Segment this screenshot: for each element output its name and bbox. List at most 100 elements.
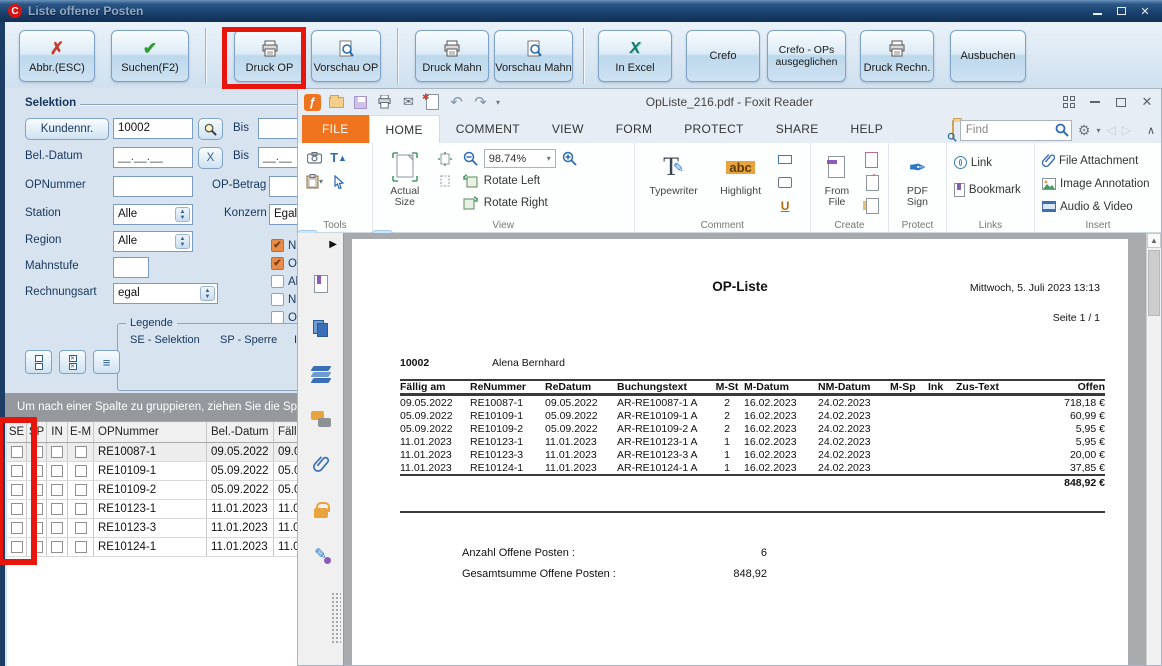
snapshot-icon[interactable]: [305, 148, 324, 167]
file-attachment-button[interactable]: File Attachment: [1042, 150, 1150, 171]
bookmark-button[interactable]: Bookmark: [954, 179, 1021, 200]
em-checkbox-cell[interactable]: [68, 443, 94, 461]
checkbox-checked-icon[interactable]: ✔: [271, 257, 284, 270]
tab-form[interactable]: FORM: [600, 115, 669, 143]
scroll-up-icon[interactable]: ▲: [1147, 233, 1161, 248]
checkbox-icon[interactable]: [51, 446, 63, 458]
checkbox-row[interactable]: ✔ O: [271, 257, 297, 270]
open-icon[interactable]: [328, 94, 345, 111]
foxit-minimize-button[interactable]: [1087, 95, 1103, 109]
vorschau-op-button[interactable]: Vorschau OP: [311, 30, 381, 82]
in-checkbox-cell[interactable]: [47, 462, 68, 480]
bel-datum-input[interactable]: __.__.__: [113, 147, 193, 168]
save-icon[interactable]: [352, 94, 369, 111]
comments-panel-icon[interactable]: [310, 408, 332, 430]
zoom-level-select[interactable]: 98.74% ▾: [484, 149, 556, 168]
spinner-icon[interactable]: ▲▼: [175, 207, 190, 222]
druck-rechn-button[interactable]: Druck Rechn.: [860, 30, 934, 82]
link-button[interactable]: Link: [954, 152, 1021, 173]
table-row[interactable]: RE10123-3 11.01.2023 11.01.2023: [7, 519, 302, 538]
table-row[interactable]: RE10087-1 09.05.2022 09.05.2022: [7, 443, 302, 462]
spinner-icon[interactable]: ▲▼: [200, 286, 215, 301]
bel-datum-cell[interactable]: 11.01.2023: [207, 500, 274, 518]
in-checkbox-cell[interactable]: [47, 443, 68, 461]
checkbox-icon[interactable]: [51, 503, 63, 515]
em-checkbox-cell[interactable]: [68, 538, 94, 556]
opnummer-cell[interactable]: RE10123-1: [94, 500, 207, 518]
checkbox-icon[interactable]: [75, 503, 87, 515]
select-annotation-icon[interactable]: [329, 172, 348, 191]
grid-header-row[interactable]: SE SP IN E-M OPNummer Bel.-Datum Fällig: [7, 421, 302, 443]
tab-protect[interactable]: PROTECT: [668, 115, 759, 143]
fit-visible-icon[interactable]: [436, 171, 455, 190]
tab-file[interactable]: FILE: [302, 115, 369, 143]
spinner-icon[interactable]: ▲▼: [175, 234, 190, 249]
tab-help[interactable]: HELP: [835, 115, 900, 143]
tile-windows-icon[interactable]: [1061, 95, 1077, 109]
checkbox-icon[interactable]: [51, 484, 63, 496]
druck-mahn-button[interactable]: Druck Mahn: [415, 30, 489, 82]
opnummer-cell[interactable]: RE10123-3: [94, 519, 207, 537]
scrollbar-thumb[interactable]: [1148, 250, 1160, 316]
email-icon[interactable]: ✉: [400, 94, 417, 111]
zoom-in-icon[interactable]: [560, 149, 579, 168]
select-text-icon[interactable]: T▲: [329, 148, 348, 167]
pdf-sign-button[interactable]: ✒ PDF Sign: [896, 148, 939, 217]
search-icon[interactable]: [1055, 123, 1069, 137]
select-none-button[interactable]: [25, 350, 52, 374]
expand-panel-icon[interactable]: ▶: [329, 239, 337, 250]
foxit-logo-icon[interactable]: ƒ: [304, 94, 321, 111]
minimize-button[interactable]: [1088, 4, 1106, 18]
checkbox-icon[interactable]: [75, 522, 87, 534]
previous-view-icon[interactable]: ◁: [1106, 123, 1115, 137]
from-scanner-icon[interactable]: [862, 150, 881, 169]
tab-home[interactable]: HOME: [369, 115, 440, 143]
table-row[interactable]: RE10109-2 05.09.2022 05.09.2022: [7, 481, 302, 500]
in-checkbox-cell[interactable]: [47, 481, 68, 499]
ausbuchen-button[interactable]: Ausbuchen: [950, 30, 1026, 82]
em-checkbox-cell[interactable]: [68, 500, 94, 518]
blank-page-icon[interactable]: ✱: [862, 173, 881, 192]
checkbox-checked-icon[interactable]: ✔: [271, 239, 284, 252]
kundennr-search-button[interactable]: [198, 118, 223, 140]
undo-icon[interactable]: ↶: [448, 94, 465, 111]
main-titlebar[interactable]: C Liste offener Posten ✕: [0, 0, 1162, 22]
bel-datum-cell[interactable]: 11.01.2023: [207, 538, 274, 556]
clipboard-icon[interactable]: ▾: [305, 172, 324, 191]
vorschau-mahn-button[interactable]: Vorschau Mahn: [494, 30, 573, 82]
layers-panel-icon[interactable]: [310, 363, 332, 385]
opnummer-cell[interactable]: RE10109-2: [94, 481, 207, 499]
find-folder-icon[interactable]: [952, 121, 954, 139]
crefo-button[interactable]: Crefo: [686, 30, 760, 82]
rotate-right-button[interactable]: Rotate Right: [461, 192, 579, 213]
kundennr-input[interactable]: 10002: [113, 118, 193, 139]
opnummer-cell[interactable]: RE10087-1: [94, 443, 207, 461]
next-view-icon[interactable]: ▷: [1122, 123, 1131, 137]
maximize-button[interactable]: [1112, 4, 1130, 18]
crefo-ops-ausgeglichen-button[interactable]: Crefo - OPs ausgeglichen: [767, 30, 846, 82]
tab-comment[interactable]: COMMENT: [440, 115, 536, 143]
typewriter-button[interactable]: T✎ Typewriter: [642, 148, 706, 217]
from-file-button[interactable]: From File: [818, 148, 856, 217]
checkbox-icon[interactable]: [51, 465, 63, 477]
foxit-restore-button[interactable]: [1113, 95, 1129, 109]
attachments-panel-icon[interactable]: [310, 453, 332, 475]
grid-header-bel-datum[interactable]: Bel.-Datum: [207, 422, 274, 442]
highlight-button[interactable]: abc Highlight: [712, 148, 770, 217]
print-icon[interactable]: [376, 94, 393, 111]
rotate-left-button[interactable]: Rotate Left: [461, 170, 579, 191]
grid-header-opnummer[interactable]: OPNummer: [94, 422, 207, 442]
em-checkbox-cell[interactable]: [68, 462, 94, 480]
checkbox-icon[interactable]: [75, 484, 87, 496]
underline-tool-icon[interactable]: U: [776, 196, 795, 215]
tab-share[interactable]: SHARE: [760, 115, 835, 143]
table-row[interactable]: RE10124-1 11.01.2023 11.01.2023: [7, 538, 302, 557]
kundennr-button[interactable]: Kundennr.: [25, 118, 109, 140]
signature-panel-icon[interactable]: ✎: [310, 543, 332, 565]
collapse-ribbon-icon[interactable]: ∧: [1147, 124, 1155, 137]
station-select[interactable]: Alle ▲▼: [113, 204, 193, 225]
security-panel-icon[interactable]: [310, 498, 332, 520]
list-view-button[interactable]: ≡: [93, 350, 120, 374]
in-excel-button[interactable]: X In Excel: [598, 30, 672, 82]
actual-size-button[interactable]: Actual Size: [380, 148, 430, 217]
